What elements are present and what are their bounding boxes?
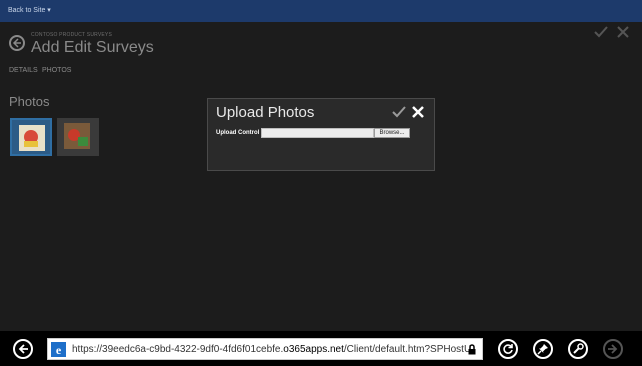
browser-app-bar: e https://39eedc6a-c9bd-4322-9df0-4fd6f0… [0,331,642,366]
svg-text:e: e [56,343,62,357]
top-bar: Back to Site ▾ [0,0,642,22]
photo-thumbnail[interactable] [57,118,99,156]
forward-icon[interactable] [603,339,623,359]
checkmark-icon[interactable] [594,26,608,38]
app-subtitle: CONTOSO PRODUCT SURVEYS [31,32,113,38]
photo-image [19,125,45,151]
ie-logo-icon: e [51,342,66,357]
section-title: Photos [9,94,50,109]
photo-image [64,123,90,149]
tools-icon[interactable] [568,339,588,359]
close-icon[interactable] [412,106,424,118]
dialog-title: Upload Photos [216,104,315,121]
page-title: Add Edit Surveys [31,39,154,56]
upload-control-label: Upload Control [216,130,260,136]
upload-photos-dialog: Upload Photos Upload Control Browse... [207,98,435,171]
checkmark-icon[interactable] [392,106,406,118]
tab-photos[interactable]: PHOTOS [42,67,71,74]
back-icon[interactable] [13,339,33,359]
back-icon[interactable] [9,35,25,51]
refresh-icon[interactable] [498,339,518,359]
address-bar[interactable]: e https://39eedc6a-c9bd-4322-9df0-4fd6f0… [47,338,483,360]
pin-icon[interactable] [533,339,553,359]
close-icon[interactable] [617,26,629,38]
lock-icon [468,344,476,355]
app-area: CONTOSO PRODUCT SURVEYS Add Edit Surveys… [0,22,642,331]
photo-thumbnail[interactable] [10,118,52,156]
browse-button[interactable]: Browse... [374,128,410,138]
url-text: https://39eedc6a-c9bd-4322-9df0-4fd6f01c… [72,344,472,355]
file-path-field[interactable] [261,128,374,138]
back-to-site-link[interactable]: Back to Site ▾ [8,6,51,14]
tab-details[interactable]: DETAILS [9,67,38,74]
